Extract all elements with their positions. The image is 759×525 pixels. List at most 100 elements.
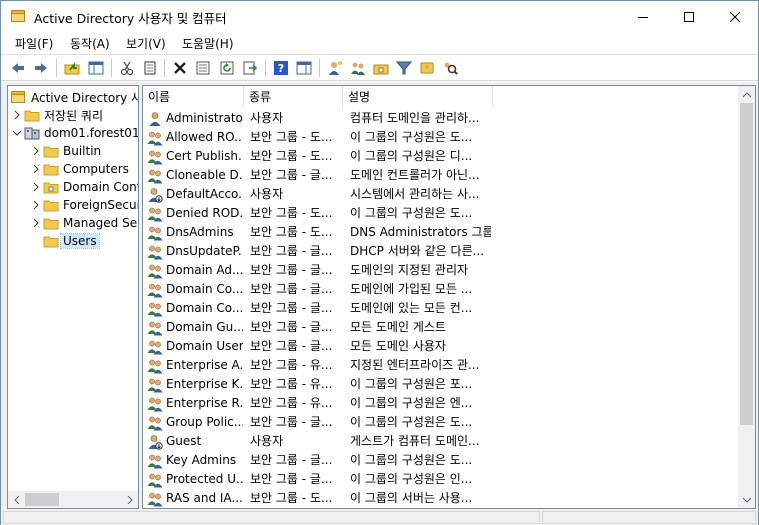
new-group-icon[interactable]: [348, 58, 368, 78]
list-item-description: DNS Administrators 그룹: [350, 225, 491, 239]
cut-icon[interactable]: [117, 58, 137, 78]
list-item[interactable]: Group Polic... 보안 그룹 - 글... 이 그룹의 구성원은 도..…: [143, 413, 739, 432]
show-hide-console-tree-icon[interactable]: [86, 58, 106, 78]
back-arrow-icon[interactable]: [8, 58, 28, 78]
minimize-button[interactable]: [620, 1, 666, 32]
chevron-right-icon[interactable]: [30, 178, 42, 196]
list-item-type: 사용자: [250, 111, 284, 125]
new-user-icon[interactable]: [325, 58, 345, 78]
ou-icon: [43, 179, 59, 195]
action-pane-icon[interactable]: [294, 58, 314, 78]
chevron-right-icon[interactable]: [30, 196, 42, 214]
list-item[interactable]: RAS and IA... 보안 그룹 - 도... 이 그룹의 서버는 사용...: [143, 489, 739, 508]
menu-action[interactable]: 동작(A): [70, 35, 110, 52]
tree-root[interactable]: Active Directory 사용자 및 컴퓨터: [8, 88, 138, 106]
forward-arrow-icon[interactable]: [31, 58, 51, 78]
list-item[interactable]: Cloneable D... 보안 그룹 - 글... 도메인 컨트롤러가 아닌..…: [143, 166, 739, 185]
list-item-description: 이 그룹의 구성원은 도...: [350, 415, 473, 429]
filter-icon[interactable]: [394, 58, 414, 78]
add-to-group-icon[interactable]: [417, 58, 437, 78]
find-icon[interactable]: [440, 58, 460, 78]
user-disabled-icon: [147, 187, 163, 203]
scroll-up-icon[interactable]: [738, 86, 755, 103]
svg-text:?: ?: [278, 62, 284, 75]
list-item-name-cell: DnsAdmins: [147, 223, 243, 242]
list-item[interactable]: Domain Users 보안 그룹 - 글... 모든 도메인 사용자: [143, 337, 739, 356]
tree-item-foreign-security-principals[interactable]: ForeignSecurityPrincipals: [30, 196, 139, 214]
list-item[interactable]: Domain Co... 보안 그룹 - 글... 도메인에 가입된 모든 ...: [143, 280, 739, 299]
list-item-type: 보안 그룹 - 글...: [250, 453, 333, 467]
menu-view[interactable]: 보기(V): [126, 35, 166, 52]
chevron-right-icon[interactable]: [30, 142, 42, 160]
chevron-right-icon[interactable]: [11, 106, 23, 124]
list-item-description: 컴퓨터 도메인을 관리하...: [350, 111, 480, 125]
tree-item-label: ForeignSecurityPrincipals: [63, 198, 139, 212]
console-tree[interactable]: Active Directory 사용자 및 컴퓨터 저장된 쿼리 dom0: [7, 85, 139, 509]
scroll-thumb[interactable]: [25, 493, 59, 506]
column-header-name[interactable]: 이름: [143, 86, 244, 108]
menu-help[interactable]: 도움말(H): [182, 35, 234, 52]
group-icon: [147, 282, 163, 298]
result-list[interactable]: 이름 종류 설명 Administrator 사용자 컴퓨터 도메인을 관리하...…: [142, 85, 756, 509]
new-ou-icon[interactable]: [371, 58, 391, 78]
tree-item-builtin[interactable]: Builtin: [30, 142, 101, 160]
tree-horizontal-scrollbar[interactable]: [8, 491, 138, 508]
list-item-description: 이 그룹의 구성원은 도...: [350, 206, 473, 220]
list-item[interactable]: Enterprise K... 보안 그룹 - 유... 이 그룹의 구성원은 포.…: [143, 375, 739, 394]
tree-item-domain-controllers[interactable]: Domain Controllers: [30, 178, 138, 196]
tree-item-managed-service-accounts[interactable]: Managed Service Accounts: [30, 214, 138, 232]
folder-icon: [43, 143, 59, 159]
tree-item-saved-queries[interactable]: 저장된 쿼리: [11, 106, 103, 124]
column-header-type[interactable]: 종류: [244, 86, 343, 108]
scroll-down-icon[interactable]: [738, 491, 755, 508]
group-icon: [147, 206, 163, 222]
chevron-down-icon[interactable]: [11, 124, 23, 142]
group-icon: [147, 453, 163, 469]
maximize-button[interactable]: [666, 1, 712, 32]
chevron-right-icon[interactable]: [30, 160, 42, 178]
list-item[interactable]: DnsAdmins 보안 그룹 - 도... DNS Administrators …: [143, 223, 739, 242]
refresh-icon[interactable]: [217, 58, 237, 78]
tree-item-domain[interactable]: dom01.forest01.local: [11, 124, 138, 142]
list-item[interactable]: Key Admins 보안 그룹 - 글... 이 그룹의 구성원은 도...: [143, 451, 739, 470]
list-item[interactable]: Administrator 사용자 컴퓨터 도메인을 관리하...: [143, 109, 739, 128]
scroll-right-icon[interactable]: [121, 491, 138, 508]
list-item[interactable]: Cert Publish... 보안 그룹 - 도... 이 그룹의 구성원은 디.…: [143, 147, 739, 166]
export-list-icon[interactable]: [240, 58, 260, 78]
list-item[interactable]: Guest 사용자 게스트가 컴퓨터 도메인...: [143, 432, 739, 451]
copy-icon[interactable]: [140, 58, 160, 78]
folder-icon: [43, 197, 59, 213]
tree-item-users[interactable]: Users: [30, 232, 100, 250]
window-title: Active Directory 사용자 및 컴퓨터: [34, 11, 227, 26]
list-item[interactable]: DefaultAcco... 사용자 시스템에서 관리하는 사...: [143, 185, 739, 204]
list-item-name: Key Admins: [166, 453, 237, 467]
menu-file[interactable]: 파일(F): [15, 35, 53, 52]
properties-icon[interactable]: [193, 58, 213, 78]
list-vertical-scrollbar[interactable]: [738, 86, 755, 508]
delete-icon[interactable]: [170, 58, 190, 78]
list-item[interactable]: Domain Gu... 보안 그룹 - 글... 모든 도메인 게스트: [143, 318, 739, 337]
help-icon[interactable]: ?: [271, 58, 291, 78]
list-item[interactable]: Enterprise A... 보안 그룹 - 유... 지정된 엔터프라이즈 관.…: [143, 356, 739, 375]
list-item[interactable]: Denied ROD... 보안 그룹 - 도... 이 그룹의 구성원은 도...: [143, 204, 739, 223]
chevron-right-icon[interactable]: [30, 214, 42, 232]
list-item[interactable]: Domain Co... 보안 그룹 - 글... 도메인에 있는 모든 컨...: [143, 299, 739, 318]
scroll-thumb[interactable]: [740, 103, 753, 425]
title-bar[interactable]: Active Directory 사용자 및 컴퓨터: [1, 1, 758, 32]
list-item[interactable]: Enterprise R... 보안 그룹 - 유... 이 그룹의 구성원은 엔.…: [143, 394, 739, 413]
tree-item-computers[interactable]: Computers: [30, 160, 129, 178]
list-item-name-cell: Domain Gu...: [147, 318, 243, 337]
close-button[interactable]: [712, 1, 758, 32]
list-item-name: Cert Publish...: [166, 149, 243, 163]
column-header-description[interactable]: 설명: [343, 86, 493, 108]
list-item[interactable]: Domain Ad... 보안 그룹 - 글... 도메인의 지정된 관리자: [143, 261, 739, 280]
list-item[interactable]: Allowed RO... 보안 그룹 - 도... 이 그룹의 구성원은 도...: [143, 128, 739, 147]
up-folder-icon[interactable]: [62, 58, 82, 78]
list-item[interactable]: Protected U... 보안 그룹 - 글... 이 그룹의 구성원은 인..…: [143, 470, 739, 489]
scroll-left-icon[interactable]: [8, 491, 25, 508]
list-item[interactable]: DnsUpdateP... 보안 그룹 - 글... DHCP 서버와 같은 다른.…: [143, 242, 739, 261]
list-item-description: 모든 도메인 게스트: [350, 320, 446, 334]
ad-console-icon: [11, 9, 25, 23]
list-item-type: 보안 그룹 - 글...: [250, 320, 333, 334]
list-item-type: 보안 그룹 - 도...: [250, 491, 333, 505]
